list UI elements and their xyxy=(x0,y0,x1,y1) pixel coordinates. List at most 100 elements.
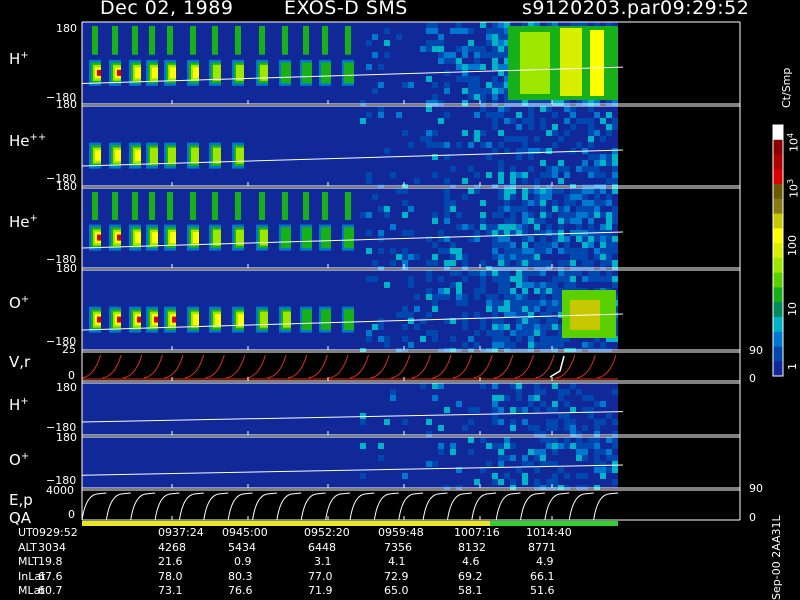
heatmap-cell xyxy=(468,94,474,100)
heatmap-cell xyxy=(516,260,522,266)
heatmap-cell xyxy=(606,270,612,276)
heatmap-cell xyxy=(117,316,121,323)
heatmap-cell xyxy=(259,192,265,220)
heatmap-cell xyxy=(432,330,438,336)
heatmap-cell xyxy=(558,160,564,166)
heatmap-cell xyxy=(498,306,504,312)
heatmap-cell xyxy=(570,443,576,449)
heatmap-cell xyxy=(498,300,504,306)
heatmap-cell xyxy=(576,473,582,479)
heatmap-cell xyxy=(564,200,570,206)
heatmap-cell xyxy=(576,166,582,172)
heatmap-cell xyxy=(378,455,384,461)
heatmap-cell xyxy=(510,248,516,254)
colorbar-tick: 104 xyxy=(786,132,800,152)
heatmap-cell xyxy=(480,260,486,266)
heatmap-cell xyxy=(498,254,504,260)
heatmap-cell xyxy=(235,26,241,55)
heatmap-cell xyxy=(167,26,173,55)
heatmap-cell xyxy=(606,248,612,254)
heatmap-cell xyxy=(522,206,528,212)
heatmap-cell xyxy=(492,383,498,389)
heatmap-cell xyxy=(432,142,438,148)
heatmap-cell xyxy=(92,192,98,220)
heatmap-cell xyxy=(540,172,546,178)
heatmap-cell xyxy=(582,242,588,248)
heatmap-cell xyxy=(570,260,576,266)
heatmap-cell xyxy=(558,395,564,401)
heatmap-cell xyxy=(462,342,468,348)
heatmap-cell xyxy=(480,200,486,206)
heatmap-cell xyxy=(522,318,528,324)
heatmap-cell xyxy=(612,148,618,154)
heatmap-cell xyxy=(516,112,522,118)
y-tick: 180 xyxy=(56,431,77,444)
heatmap-cell xyxy=(588,166,594,172)
heatmap-cell xyxy=(570,200,576,206)
heatmap-cell xyxy=(600,224,606,230)
heatmap-cell xyxy=(462,88,468,94)
heatmap-cell xyxy=(468,224,474,230)
panel-label-h-plus-lower: H+ xyxy=(9,396,29,414)
heatmap-cell xyxy=(540,230,546,236)
heatmap-cell xyxy=(492,407,498,413)
heatmap-cell xyxy=(474,407,480,413)
heatmap-cell xyxy=(564,473,570,479)
heatmap-cell xyxy=(462,194,468,200)
heatmap-cell xyxy=(408,342,414,348)
heatmap-cell xyxy=(534,330,540,336)
heatmap-cell xyxy=(492,336,498,342)
heatmap-cell xyxy=(426,142,432,148)
heatmap-cell xyxy=(498,236,504,242)
heatmap-cell xyxy=(570,212,576,218)
heatmap-cell xyxy=(321,62,331,84)
heatmap-cell xyxy=(492,473,498,479)
heatmap-cell xyxy=(492,58,498,64)
heatmap-cell xyxy=(462,260,468,266)
heatmap-cell xyxy=(259,26,265,55)
heatmap-cell xyxy=(360,419,366,425)
heatmap-cell xyxy=(510,218,516,224)
heatmap-cell xyxy=(516,395,522,401)
heatmap-cell xyxy=(510,206,516,212)
heatmap-cell xyxy=(552,282,558,288)
heatmap-cell xyxy=(534,431,540,437)
heatmap-cell xyxy=(570,112,576,118)
heatmap-cell xyxy=(612,118,618,124)
heatmap-cell xyxy=(402,200,408,206)
heatmap-cell xyxy=(546,260,552,266)
heatmap-cell xyxy=(438,449,444,455)
colorbar-segment xyxy=(773,139,783,156)
heatmap-cell xyxy=(546,437,552,443)
heatmap-cell xyxy=(498,455,504,461)
heatmap-cell xyxy=(378,336,384,342)
heatmap-cell xyxy=(480,437,486,443)
heatmap-cell xyxy=(474,76,480,82)
heatmap-cell xyxy=(498,342,504,348)
heatmap-cell xyxy=(492,479,498,485)
heatmap-cell xyxy=(552,407,558,413)
heatmap-cell xyxy=(426,330,432,336)
heatmap-cell xyxy=(456,58,462,64)
heatmap-cell xyxy=(576,224,582,230)
heatmap-cell xyxy=(534,395,540,401)
heatmap-cell xyxy=(570,218,576,224)
heatmap-cell xyxy=(432,154,438,160)
heatmap-cell xyxy=(474,130,480,136)
heatmap-cell xyxy=(486,154,492,160)
heatmap-cell xyxy=(462,312,468,318)
heatmap-cell xyxy=(302,62,312,84)
heatmap-cell xyxy=(172,316,176,323)
heatmap-cell xyxy=(504,206,510,212)
heatmap-cell xyxy=(510,100,516,106)
heatmap-cell xyxy=(522,254,528,260)
heatmap-cell xyxy=(283,311,291,328)
heatmap-cell xyxy=(450,449,456,455)
heatmap-cell xyxy=(520,32,550,94)
heatmap-cell xyxy=(426,106,432,112)
heatmap-cell xyxy=(588,270,594,276)
heatmap-cell xyxy=(600,160,606,166)
heatmap-cell xyxy=(552,166,558,172)
heatmap-cell xyxy=(588,443,594,449)
heatmap-cell xyxy=(540,294,546,300)
